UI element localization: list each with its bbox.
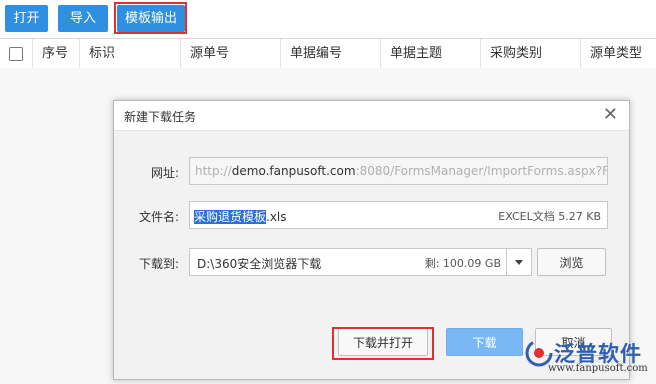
saveto-label: 下载到: bbox=[138, 257, 179, 271]
url-prefix: http:// bbox=[195, 164, 232, 178]
column-header[interactable]: 序号 bbox=[33, 39, 80, 68]
free-space: 剩: 100.09 GB bbox=[424, 257, 501, 270]
url-text: http://demo.fanpusoft.com:8080/FormsMana… bbox=[195, 164, 608, 178]
dropdown-button[interactable] bbox=[506, 249, 531, 275]
brand-url: www.fanpusoft.com bbox=[548, 363, 648, 374]
highlight-box bbox=[114, 2, 187, 34]
filename-selected-text: 采购退货模板 bbox=[194, 210, 267, 224]
select-all-checkbox[interactable] bbox=[9, 47, 23, 61]
chevron-down-icon bbox=[515, 260, 523, 265]
browse-button[interactable]: 浏览 bbox=[537, 248, 606, 276]
highlight-box bbox=[332, 327, 434, 360]
url-label: 网址: bbox=[150, 166, 179, 180]
filename-label: 文件名: bbox=[138, 210, 179, 224]
column-header[interactable]: 采购类别 bbox=[481, 39, 581, 68]
url-field[interactable]: http://demo.fanpusoft.com:8080/FormsMana… bbox=[189, 157, 608, 185]
column-header[interactable]: 单据主题 bbox=[381, 39, 481, 68]
filename-input[interactable]: 采购退货模板.xls EXCEL文档 5.27 KB bbox=[189, 201, 608, 229]
column-header[interactable]: 源单类型 bbox=[581, 39, 656, 68]
url-host: demo.fanpusoft.com bbox=[231, 164, 356, 178]
download-button[interactable]: 下载 bbox=[446, 328, 523, 356]
column-header[interactable]: 源单号 bbox=[181, 39, 281, 68]
url-rest: :8080/FormsManager/ImportForms.aspx?Fo bbox=[355, 164, 608, 178]
dialog-title: 新建下载任务 bbox=[124, 110, 197, 124]
file-info: EXCEL文档 5.27 KB bbox=[498, 210, 601, 223]
grid-header: 序号 标识 源单号 单据编号 单据主题 采购类别 源单类型 bbox=[0, 38, 656, 69]
save-path-select[interactable]: D:\360安全浏览器下载 剩: 100.09 GB bbox=[189, 248, 532, 276]
dialog-titlebar: 新建下载任务 ✕ bbox=[114, 101, 629, 131]
open-button[interactable]: 打开 bbox=[5, 5, 48, 32]
column-header[interactable]: 单据编号 bbox=[281, 39, 381, 68]
watermark: 泛普软件 www.fanpusoft.com bbox=[520, 336, 656, 384]
save-path: D:\360安全浏览器下载 bbox=[197, 257, 322, 271]
toolbar: 打开 导入 模板输出 bbox=[0, 0, 656, 40]
close-icon[interactable]: ✕ bbox=[603, 106, 618, 124]
import-button[interactable]: 导入 bbox=[58, 5, 108, 32]
column-header[interactable]: 标识 bbox=[80, 39, 181, 68]
filename-extension: .xls bbox=[266, 210, 287, 224]
select-all-cell bbox=[0, 39, 33, 68]
